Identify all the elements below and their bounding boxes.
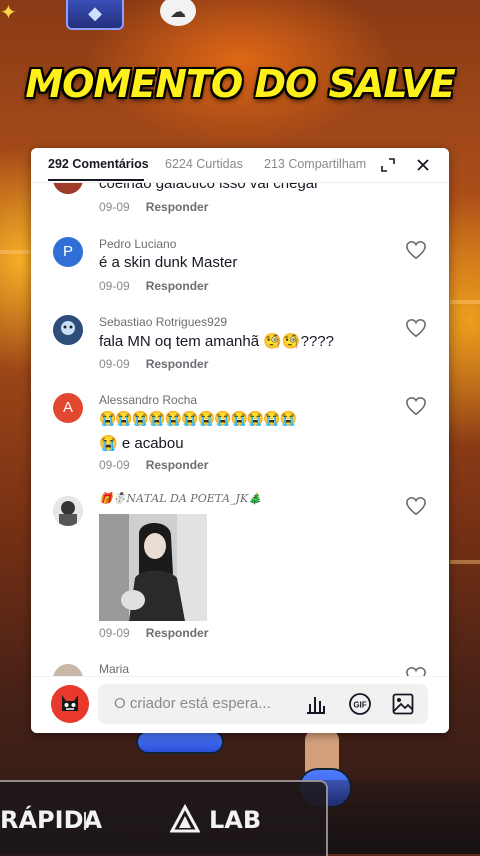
lab-icon <box>170 804 200 833</box>
comment-text-line1: 😭😭😭😭😭😭😭😭😭😭😭😭 <box>99 410 297 427</box>
expand-icon[interactable] <box>379 156 397 174</box>
comment-author[interactable]: Alessandro Rocha <box>99 393 197 407</box>
avatar-letter: A <box>62 399 73 416</box>
comment-image[interactable] <box>99 514 207 621</box>
comment-author[interactable]: Pedro Luciano <box>99 237 176 251</box>
comment-meta: 09-09 Responder <box>99 626 208 640</box>
avatar[interactable] <box>53 182 83 194</box>
avatar[interactable] <box>53 664 83 676</box>
reply-button[interactable]: Responder <box>146 458 209 472</box>
like-heart-icon[interactable] <box>405 496 427 516</box>
svg-text:GIF: GIF <box>353 701 366 710</box>
bg-decoration <box>0 250 30 254</box>
comment-text: coelhão galáctico isso vai chegar <box>99 182 320 192</box>
reply-button[interactable]: Responder <box>146 200 209 214</box>
tab-likes[interactable]: 6224 Curtidas <box>165 157 243 171</box>
bg-decoration <box>450 300 480 304</box>
gif-icon[interactable]: GIF <box>348 692 372 716</box>
comment-meta: 09-09 Responder <box>99 279 208 293</box>
comment-item: P Pedro Luciano é a skin dunk Master 09-… <box>31 234 449 304</box>
comment-input-placeholder: O criador está espera... <box>114 695 271 712</box>
game-mode-divider <box>84 812 86 830</box>
comment-date: 09-09 <box>99 357 130 371</box>
like-heart-icon[interactable] <box>405 396 427 416</box>
comment-input[interactable]: O criador está espera... GIF <box>98 684 428 724</box>
comments-tabs: 292 Comentários 6224 Curtidas 213 Compar… <box>31 148 449 183</box>
comment-date: 09-09 <box>99 200 130 214</box>
avatar-letter: P <box>62 243 73 260</box>
comments-panel: 292 Comentários 6224 Curtidas 213 Compar… <box>31 148 449 733</box>
like-heart-icon[interactable] <box>405 240 427 260</box>
comment-meta: 09-09 Responder <box>99 458 208 472</box>
comment-date: 09-09 <box>99 626 130 640</box>
reply-button[interactable]: Responder <box>146 357 209 371</box>
character-sandal <box>136 730 224 754</box>
comment-date: 09-09 <box>99 279 130 293</box>
comment-author[interactable]: Sebastiao Rotrigues929 <box>99 315 227 329</box>
emoji-text: 😭😭😭😭😭😭😭😭😭😭😭😭 <box>99 410 297 426</box>
comment-date: 09-09 <box>99 458 130 472</box>
comment-text-line2: 😭 e acabou <box>99 435 184 452</box>
comment-item: A Alessandro Rocha 😭😭😭😭😭😭😭😭😭😭😭😭 😭 e acab… <box>31 390 449 480</box>
comment-item: Sebastiao Rotrigues929 fala MN oq tem am… <box>31 312 449 382</box>
avatar[interactable] <box>53 315 83 345</box>
diamond-tab-icon: ◆ <box>66 0 124 30</box>
poll-icon[interactable] <box>304 692 328 716</box>
comment-item: coelhão galáctico isso vai chegar 09-09 R… <box>31 182 449 242</box>
tab-comments[interactable]: 292 Comentários <box>48 157 149 171</box>
comment-input-bar: O criador está espera... GIF <box>31 676 449 733</box>
reply-button[interactable]: Responder <box>146 626 209 640</box>
like-heart-icon[interactable] <box>405 666 427 676</box>
comment-author[interactable]: Maria <box>99 662 129 676</box>
avatar[interactable]: P <box>53 237 83 267</box>
video-banner-text: MOMENTO DO SALVE <box>25 62 455 106</box>
like-heart-icon[interactable] <box>405 318 427 338</box>
avatar[interactable] <box>53 496 83 526</box>
comment-author[interactable]: 🎁☃️𝑁𝐴𝑇𝐴𝐿 𝐷𝐴 𝑃𝑂𝐸𝑇𝐴_𝐽𝐾🎄 <box>99 492 262 505</box>
current-user-avatar[interactable] <box>51 685 89 723</box>
close-icon[interactable] <box>414 156 432 174</box>
comment-item: Maria <box>31 660 449 676</box>
game-mode-label: RÁPIDA <box>0 806 103 834</box>
sparkle-icon: ✦ <box>0 2 17 24</box>
comment-meta: 09-09 Responder <box>99 357 208 371</box>
comment-item: 🎁☃️𝑁𝐴𝑇𝐴𝐿 𝐷𝐴 𝑃𝑂𝐸𝑇𝐴_𝐽𝐾🎄 09-09 Responder <box>31 490 449 650</box>
cloud-download-icon: ☁ <box>160 0 196 26</box>
comment-meta: 09-09 Responder <box>99 200 208 214</box>
comment-text: é a skin dunk Master <box>99 254 238 271</box>
tab-shares[interactable]: 213 Compartilham <box>264 157 366 171</box>
active-tab-indicator <box>48 179 144 181</box>
game-mode-lab-label: LAB <box>209 806 262 834</box>
bg-decoration <box>450 560 480 564</box>
avatar[interactable]: A <box>53 393 83 423</box>
reply-button[interactable]: Responder <box>146 279 209 293</box>
comments-list[interactable]: coelhão galáctico isso vai chegar 09-09 R… <box>31 182 449 676</box>
comment-text: fala MN oq tem amanhã 🧐🧐???? <box>99 333 334 350</box>
image-icon[interactable] <box>391 692 415 716</box>
tab-shares-clip: 213 Compartilham <box>261 148 373 182</box>
